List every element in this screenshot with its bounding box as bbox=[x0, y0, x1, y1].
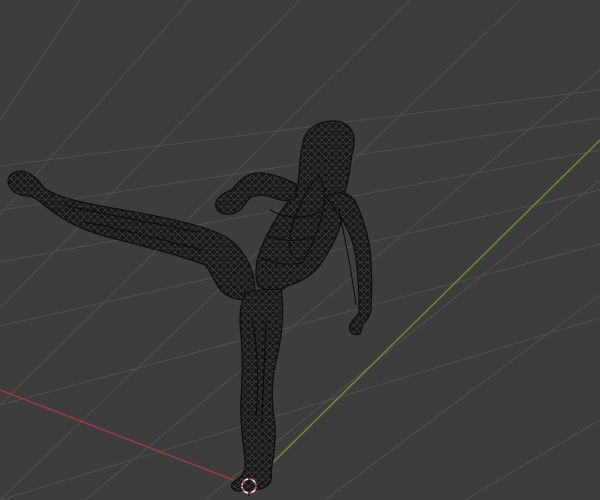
3d-viewport[interactable] bbox=[0, 0, 600, 500]
viewport-canvas[interactable] bbox=[0, 0, 600, 500]
x-axis-line bbox=[0, 389, 250, 487]
grid-line bbox=[0, 317, 600, 500]
grid-line bbox=[0, 89, 600, 167]
grid-line bbox=[0, 0, 81, 121]
grid-line bbox=[464, 419, 600, 500]
grid-line bbox=[0, 0, 301, 309]
grid-line bbox=[324, 294, 600, 500]
